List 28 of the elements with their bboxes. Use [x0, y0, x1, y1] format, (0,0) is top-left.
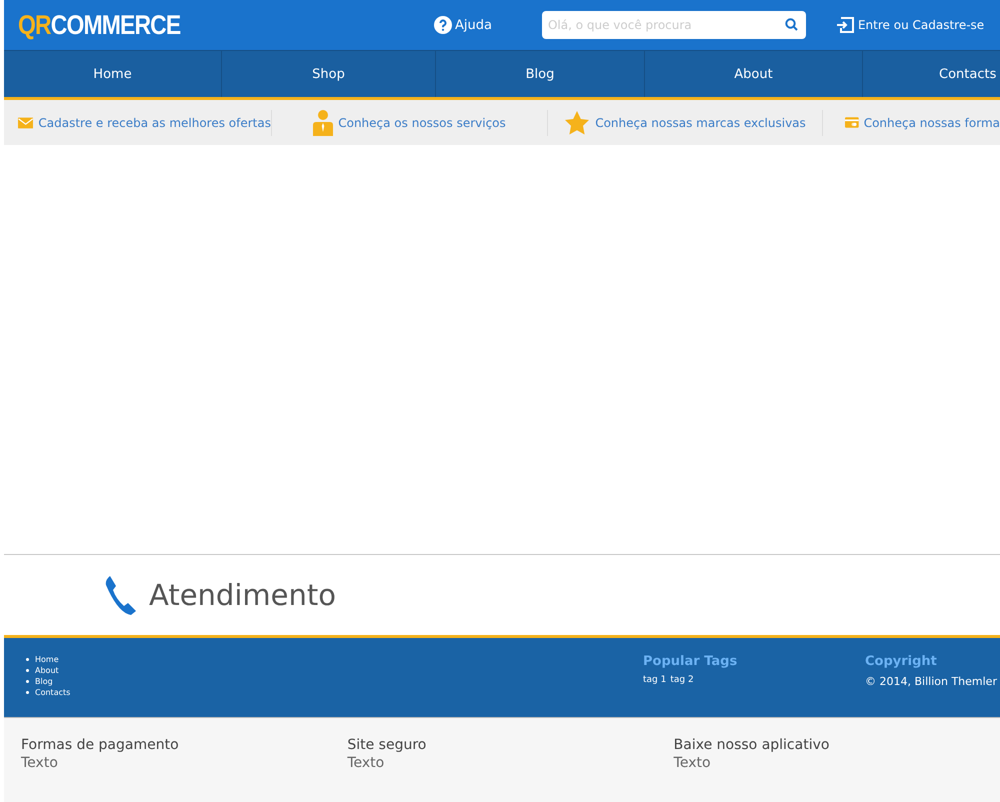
footer-link[interactable]: About	[35, 665, 59, 676]
promo-link[interactable]: Conheça nossas forma	[823, 110, 1000, 136]
copyright-text: © 2014, Billion Themler	[865, 675, 997, 688]
nav-link[interactable]: Shop	[222, 51, 436, 97]
nav-link[interactable]: Home	[4, 51, 222, 97]
info-text: Texto	[674, 755, 712, 771]
support-heading: Atendimento	[149, 578, 336, 612]
promo-link[interactable]: Cadastre e receba as melhores ofertas	[4, 110, 272, 136]
footer-link[interactable]: Blog	[35, 676, 53, 687]
info-text: Texto	[21, 755, 59, 771]
info-heading: Formas de pagamento	[21, 737, 180, 753]
footer-link[interactable]: Contacts	[35, 687, 70, 698]
promo-link[interactable]: Conheça nossas marcas exclusivas	[548, 110, 823, 136]
tag-link[interactable]: tag 1	[643, 675, 666, 685]
tags-heading: Popular Tags	[643, 654, 738, 669]
nav-link[interactable]: Blog	[436, 51, 645, 97]
info-heading: Site seguro	[347, 737, 428, 753]
promo-link[interactable]: Conheça os nossos serviços	[272, 110, 548, 136]
help-link[interactable]: Ajuda	[434, 16, 492, 34]
footer-link[interactable]: Home	[35, 654, 59, 665]
logo-text[interactable]: QRCOMMERCE	[18, 10, 230, 40]
tag-link[interactable]: tag 2	[670, 675, 694, 685]
nav-link[interactable]: About	[645, 51, 863, 97]
nav-link[interactable]: Contacts	[863, 51, 1000, 97]
info-heading: Baixe nosso aplicativo	[674, 737, 830, 753]
copyright-heading: Copyright	[865, 654, 938, 669]
info-text: Texto	[347, 755, 386, 771]
login-link[interactable]: Entre ou Cadastre-se	[836, 17, 984, 33]
